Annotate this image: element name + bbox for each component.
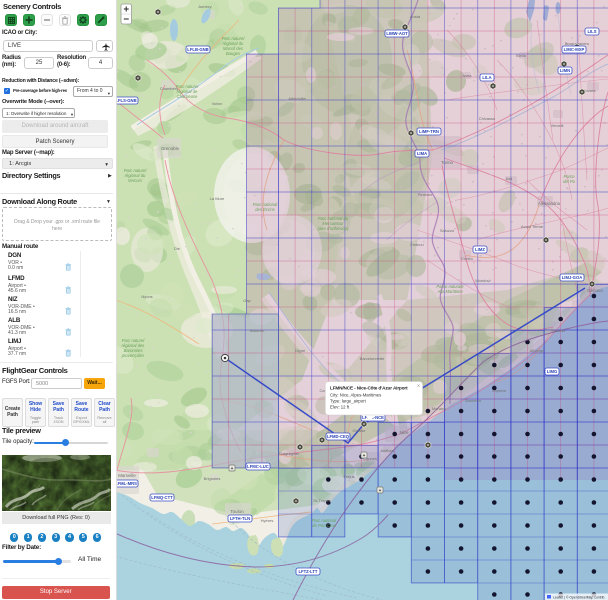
svg-text:LFMD-CEQ: LFMD-CEQ: [327, 434, 350, 439]
svg-text:de Port-Cros: de Port-Cros: [312, 523, 337, 528]
svg-text:LFML-MRS: LFML-MRS: [117, 481, 137, 486]
svg-text:Gap: Gap: [243, 298, 251, 303]
svg-text:LIMW-AOT: LIMW-AOT: [386, 31, 408, 36]
svg-text:Alpi Marittime: Alpi Marittime: [436, 289, 463, 294]
svg-text:LFLS-GNB: LFLS-GNB: [117, 98, 137, 103]
svg-text:Annecy: Annecy: [198, 4, 211, 9]
svg-text:LFTZ-LTT: LFTZ-LTT: [299, 569, 318, 574]
svg-text:La Mure: La Mure: [210, 196, 225, 201]
svg-text:Torino: Torino: [441, 160, 454, 165]
svg-text:LFLB-GNB: LFLB-GNB: [187, 47, 208, 52]
svg-text:Grenoble: Grenoble: [161, 146, 180, 151]
svg-text:St-Tropez: St-Tropez: [313, 498, 330, 503]
svg-text:provençales: provençales: [121, 353, 145, 358]
svg-text:Albertville: Albertville: [288, 96, 306, 101]
svg-text:Barcelonnette: Barcelonnette: [360, 356, 385, 361]
svg-text:Savona: Savona: [551, 328, 565, 333]
svg-text:Toulon: Toulon: [230, 509, 244, 514]
svg-text:Cuneo: Cuneo: [461, 256, 474, 261]
svg-text:Saluzzo: Saluzzo: [440, 228, 455, 233]
svg-text:(aire d'adhésion): (aire d'adhésion): [317, 226, 349, 231]
svg-text:Vercors: Vercors: [128, 178, 143, 183]
svg-text:Chambéry: Chambéry: [160, 86, 178, 91]
svg-text:LFMC-LUC: LFMC-LUC: [247, 464, 269, 469]
svg-text:Hyères: Hyères: [261, 518, 274, 523]
svg-text:✦: ✦: [362, 453, 366, 458]
svg-text:Grasse: Grasse: [353, 428, 367, 433]
svg-text:Voiron: Voiron: [212, 102, 223, 106]
svg-text:Draguignan: Draguignan: [279, 451, 300, 456]
svg-text:×: ×: [417, 384, 420, 390]
svg-text:LIMF-TRN: LIMF-TRN: [419, 129, 439, 134]
svg-text:Die: Die: [174, 246, 181, 251]
svg-text:Asti: Asti: [506, 176, 513, 181]
svg-text:Chartreuse: Chartreuse: [177, 94, 198, 99]
svg-text:Aosta: Aosta: [410, 14, 421, 19]
svg-text:LIMN: LIMN: [560, 68, 570, 73]
svg-text:Antibes: Antibes: [380, 448, 393, 453]
svg-text:Genova: Genova: [587, 288, 603, 293]
svg-text:Leaflet | © OpenStreetMap cont: Leaflet | © OpenStreetMap contrib.: [553, 595, 605, 599]
svg-text:LFMN/NCE - Nice-Côte d'Azur Ai: LFMN/NCE - Nice-Côte d'Azur Airport: [330, 386, 408, 391]
svg-text:Nyons: Nyons: [141, 294, 152, 299]
svg-text:del Po: del Po: [563, 179, 576, 184]
svg-text:LIMC-MXP: LIMC-MXP: [564, 47, 585, 52]
svg-text:Biella: Biella: [516, 53, 527, 58]
svg-text:Imperia: Imperia: [492, 388, 506, 393]
svg-text:Pinerolo: Pinerolo: [418, 192, 433, 197]
svg-text:Vercelli: Vercelli: [551, 123, 564, 128]
svg-text:Ivrea: Ivrea: [463, 73, 473, 78]
svg-text:LILA: LILA: [482, 75, 491, 80]
svg-text:Bauges: Bauges: [226, 51, 241, 56]
svg-text:LIMG: LIMG: [547, 369, 557, 374]
svg-text:Fréjus: Fréjus: [343, 474, 354, 479]
svg-text:LIMA: LIMA: [417, 151, 427, 156]
svg-text:Monaco: Monaco: [432, 406, 447, 411]
svg-text:Albenga: Albenga: [530, 348, 545, 353]
svg-text:des Écrins: des Écrins: [255, 207, 275, 212]
svg-text:LIMZ: LIMZ: [475, 247, 485, 252]
svg-text:Alessandria: Alessandria: [538, 201, 561, 206]
svg-text:Type: large_airport: Type: large_airport: [330, 399, 367, 404]
svg-text:Marseille: Marseille: [118, 473, 136, 478]
svg-text:Chivasso: Chivasso: [479, 116, 496, 121]
svg-text:✦: ✦: [230, 466, 234, 471]
svg-text:✦: ✦: [378, 488, 382, 493]
svg-text:LFMQ-CTT: LFMQ-CTT: [151, 495, 173, 500]
svg-text:Embrun: Embrun: [410, 243, 423, 247]
svg-text:LFTH-TLN: LFTH-TLN: [230, 516, 250, 521]
svg-text:Sisteron: Sisteron: [250, 328, 265, 333]
svg-text:City: Nice, Alpes-Maritimes: City: Nice, Alpes-Maritimes: [330, 393, 381, 398]
svg-text:Elev: 12 ft: Elev: 12 ft: [330, 405, 350, 410]
svg-text:Acqui Terme: Acqui Terme: [521, 224, 544, 229]
svg-text:Mondovì: Mondovì: [475, 278, 490, 283]
svg-text:LILS: LILS: [587, 29, 596, 34]
svg-text:LIMJ-GOA: LIMJ-GOA: [562, 275, 582, 280]
svg-text:Brignoles: Brignoles: [204, 476, 221, 481]
svg-text:Digne: Digne: [295, 348, 306, 353]
svg-text:Sanremo: Sanremo: [465, 398, 482, 403]
svg-text:Nice: Nice: [399, 430, 408, 435]
